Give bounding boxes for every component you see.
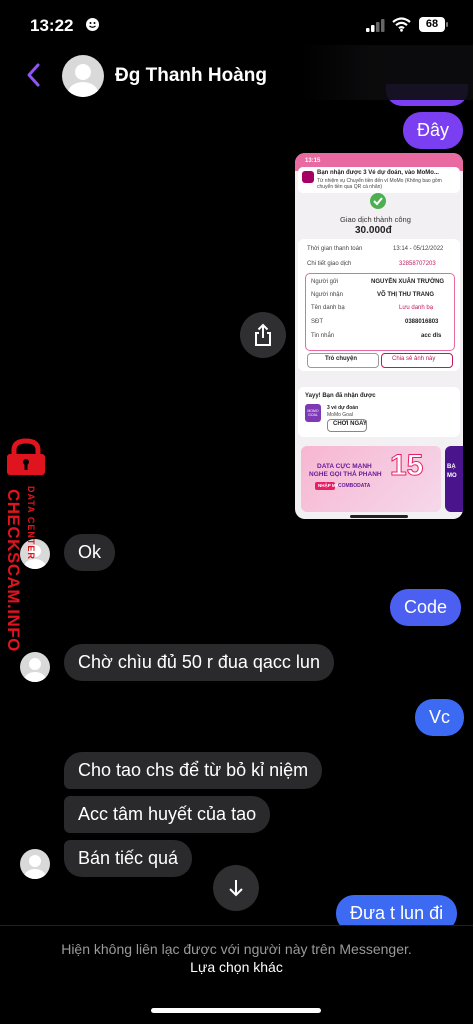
- receipt-sender-label: Người gửi: [311, 279, 339, 285]
- chevron-left-icon: [27, 63, 40, 87]
- other-options-link[interactable]: Lựa chọn khác: [0, 959, 473, 975]
- sender-avatar[interactable]: [20, 652, 50, 682]
- contact-avatar[interactable]: [62, 55, 104, 97]
- receipt-promo-title: Yayy! Bạn đã nhận được: [305, 393, 376, 399]
- message-out-vc[interactable]: Vc: [415, 699, 465, 736]
- contact-name[interactable]: Đg Thanh Hoàng: [115, 65, 267, 87]
- message-in-cho[interactable]: Chờ chìu đủ 50 r đua qacc lun: [64, 644, 334, 681]
- watermark-title: CHECKSCAM.INFO: [4, 489, 23, 652]
- sender-avatar[interactable]: [20, 849, 50, 879]
- message-out-dua-wrap: Đưa t lun đi: [330, 895, 473, 925]
- receipt-time: 13:15: [305, 158, 321, 164]
- share-button[interactable]: [240, 312, 286, 358]
- focus-icon: [86, 18, 99, 31]
- receipt-amount: 30.000đ: [355, 225, 392, 236]
- receipt-promo-button: CHƠI NGAY: [333, 421, 367, 427]
- receipt-promo-ticket: 3 vé dự đoán: [327, 405, 359, 411]
- wifi-icon: [392, 17, 411, 37]
- receipt-notif-body: Từ nhiệm vụ Chuyển tiền đến ví MoMo (Khô…: [317, 178, 442, 190]
- footer-divider: [0, 925, 473, 926]
- receipt-time-value: 13:14 - 05/12/2022: [393, 246, 444, 252]
- receipt-banner-code: COMBODATA: [338, 483, 371, 489]
- receipt-share-button: Chia sẻ ảnh này: [392, 356, 436, 362]
- receipt-banner-line1: DATA CỰC MẠNH: [317, 463, 372, 470]
- receipt-contact-label: Tên danh bạ: [311, 305, 345, 311]
- watermark-lock-icon: [3, 438, 49, 481]
- receipt-detail-label: Chi tiết giao dịch: [307, 261, 352, 267]
- receipt-phone-value: 0388016803: [405, 319, 439, 325]
- receipt-banner-cta: NHẬP MÃ: [318, 483, 339, 488]
- receipt-image[interactable]: 13:15 Bạn nhận được 3 Vé dự đoán, vào Mo…: [295, 153, 463, 519]
- receipt-msg-value: acc dls: [421, 333, 442, 339]
- header-blur: [300, 45, 473, 100]
- receipt-chat-button: Trò chuyện: [325, 356, 358, 362]
- message-out-day[interactable]: Đây: [403, 112, 464, 149]
- receipt-sender-value: NGUYỄN XUÂN TRƯỜNG: [371, 279, 445, 285]
- message-in-ban[interactable]: Bán tiếc quá: [64, 840, 193, 877]
- back-button[interactable]: [22, 60, 46, 90]
- status-time: 13:22: [30, 16, 74, 35]
- watermark-sub: DATA CENTER: [26, 486, 36, 560]
- receipt-side-text: BẠ MO: [447, 464, 457, 479]
- message-in-acc[interactable]: Acc tâm huyết của tao: [64, 796, 271, 833]
- battery-tip: [446, 22, 448, 27]
- message-in-cho-tao[interactable]: Cho tao chs để từ bỏ kỉ niệm: [64, 752, 323, 789]
- battery-indicator: 68: [419, 17, 445, 32]
- receipt-detail-value: 32858707203: [399, 261, 436, 267]
- arrow-down-icon: [229, 880, 243, 897]
- receipt-promo-logo: MOMO GOAL: [307, 409, 319, 417]
- message-out-code[interactable]: Code: [390, 589, 462, 626]
- message-out-dua[interactable]: Đưa t lun đi: [336, 895, 458, 925]
- receipt-contact-value: Lưu danh bạ: [399, 305, 434, 311]
- receipt-msg-label: Tin nhắn: [311, 333, 335, 339]
- receipt-banner-15: 15: [389, 449, 424, 483]
- scroll-down-button[interactable]: [213, 865, 259, 911]
- receipt-success: Giao dịch thành công: [340, 215, 411, 224]
- receipt-time-label: Thời gian thanh toán: [307, 246, 363, 252]
- message-in-ok[interactable]: Ok: [64, 534, 116, 571]
- share-icon: [255, 323, 271, 346]
- receipt-receiver-label: Người nhận: [311, 292, 343, 298]
- footer-notice: Hiện không liên lạc được với người này t…: [61, 941, 412, 957]
- receipt-notif-title: Bạn nhận được 3 Vé dự đoán, vào MoMo...: [317, 170, 439, 176]
- receipt-phone-label: SĐT: [311, 319, 323, 325]
- receipt-banner-line2: NGHE GỌI THẢ PHANH: [309, 471, 382, 478]
- success-check-icon: [370, 193, 386, 209]
- home-indicator: [151, 1008, 321, 1013]
- receipt-receiver-value: VÕ THỊ THU TRANG: [377, 292, 434, 298]
- signal-icon: [366, 18, 386, 37]
- receipt-promo-sub: MoMo Goal: [327, 412, 353, 418]
